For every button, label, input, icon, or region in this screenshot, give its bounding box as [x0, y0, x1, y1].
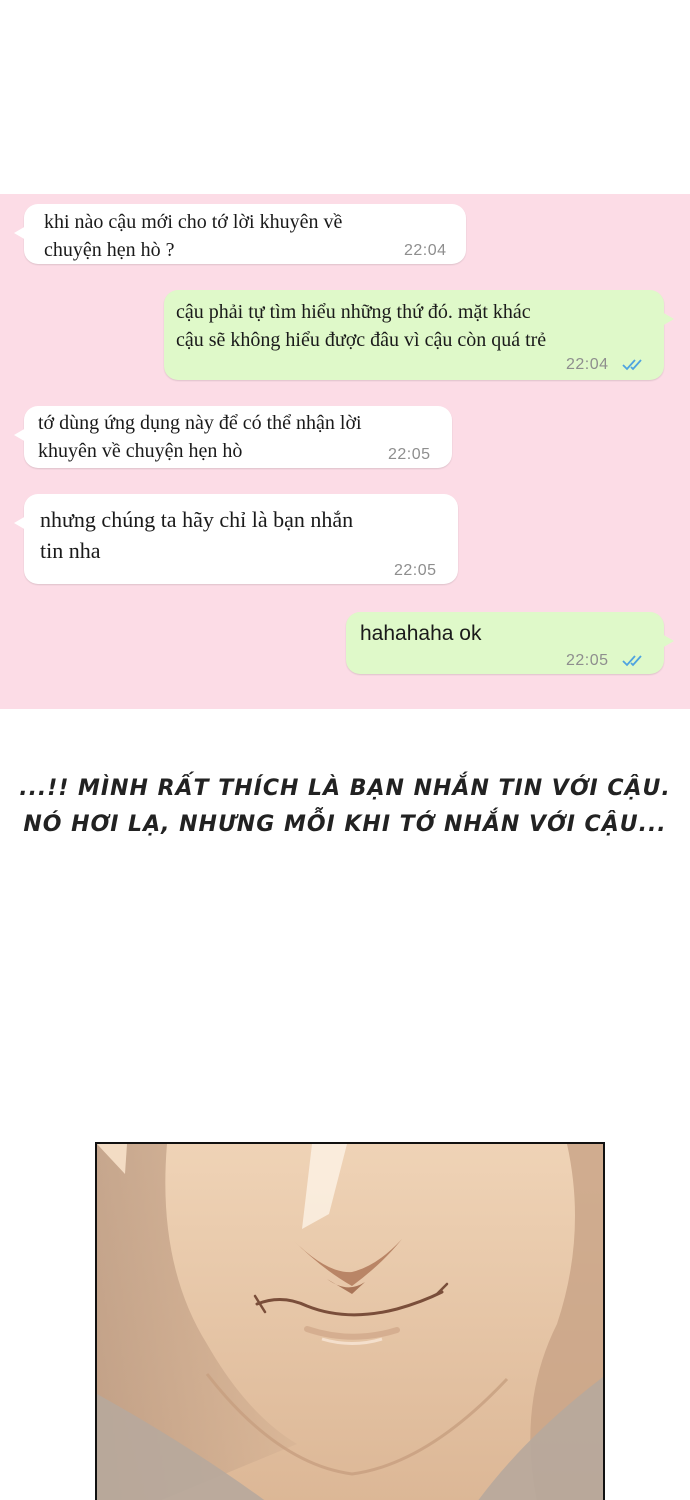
- message-time: 22:05: [566, 652, 609, 669]
- comic-panel-face: [95, 1142, 605, 1500]
- message-text: khi nào cậu mới cho tớ lời khuyên về chu…: [44, 211, 343, 261]
- message-time: 22:04: [404, 242, 447, 259]
- message-bubble-outgoing: hahahaha ok 22:05: [346, 612, 674, 674]
- chat-panel: khi nào cậu mới cho tớ lời khuyên về chu…: [0, 194, 690, 709]
- message-bubble-outgoing: cậu phải tự tìm hiểu những thứ đó. mặt k…: [164, 290, 674, 380]
- double-check-icon: [622, 655, 642, 667]
- message-text: nhưng chúng ta hãy chỉ là bạn nhắn tin n…: [40, 507, 354, 563]
- message-bubble-incoming: tớ dùng ứng dụng này để có thể nhận lời …: [14, 406, 452, 468]
- message-text: tớ dùng ứng dụng này để có thể nhận lời …: [38, 412, 362, 462]
- message-text: hahahaha ok: [360, 622, 482, 645]
- message-time: 22:05: [388, 446, 431, 463]
- double-check-icon: [622, 359, 642, 371]
- narration-caption-line-2: NÓ HƠI LẠ, NHƯNG MỖI KHI TỚ NHẮN VỚI CẬU…: [23, 812, 667, 837]
- smiling-face-illustration: [97, 1144, 603, 1500]
- message-text: cậu phải tự tìm hiểu những thứ đó. mặt k…: [176, 301, 547, 351]
- message-bubble-incoming: khi nào cậu mới cho tớ lời khuyên về chu…: [14, 204, 466, 264]
- message-time: 22:05: [394, 562, 437, 579]
- narration-caption-line-1: ...!! MÌNH RẤT THÍCH LÀ BẠN NHẮN TIN VỚI…: [19, 776, 671, 801]
- message-bubble-incoming: nhưng chúng ta hãy chỉ là bạn nhắn tin n…: [14, 494, 458, 584]
- message-time: 22:04: [566, 356, 609, 373]
